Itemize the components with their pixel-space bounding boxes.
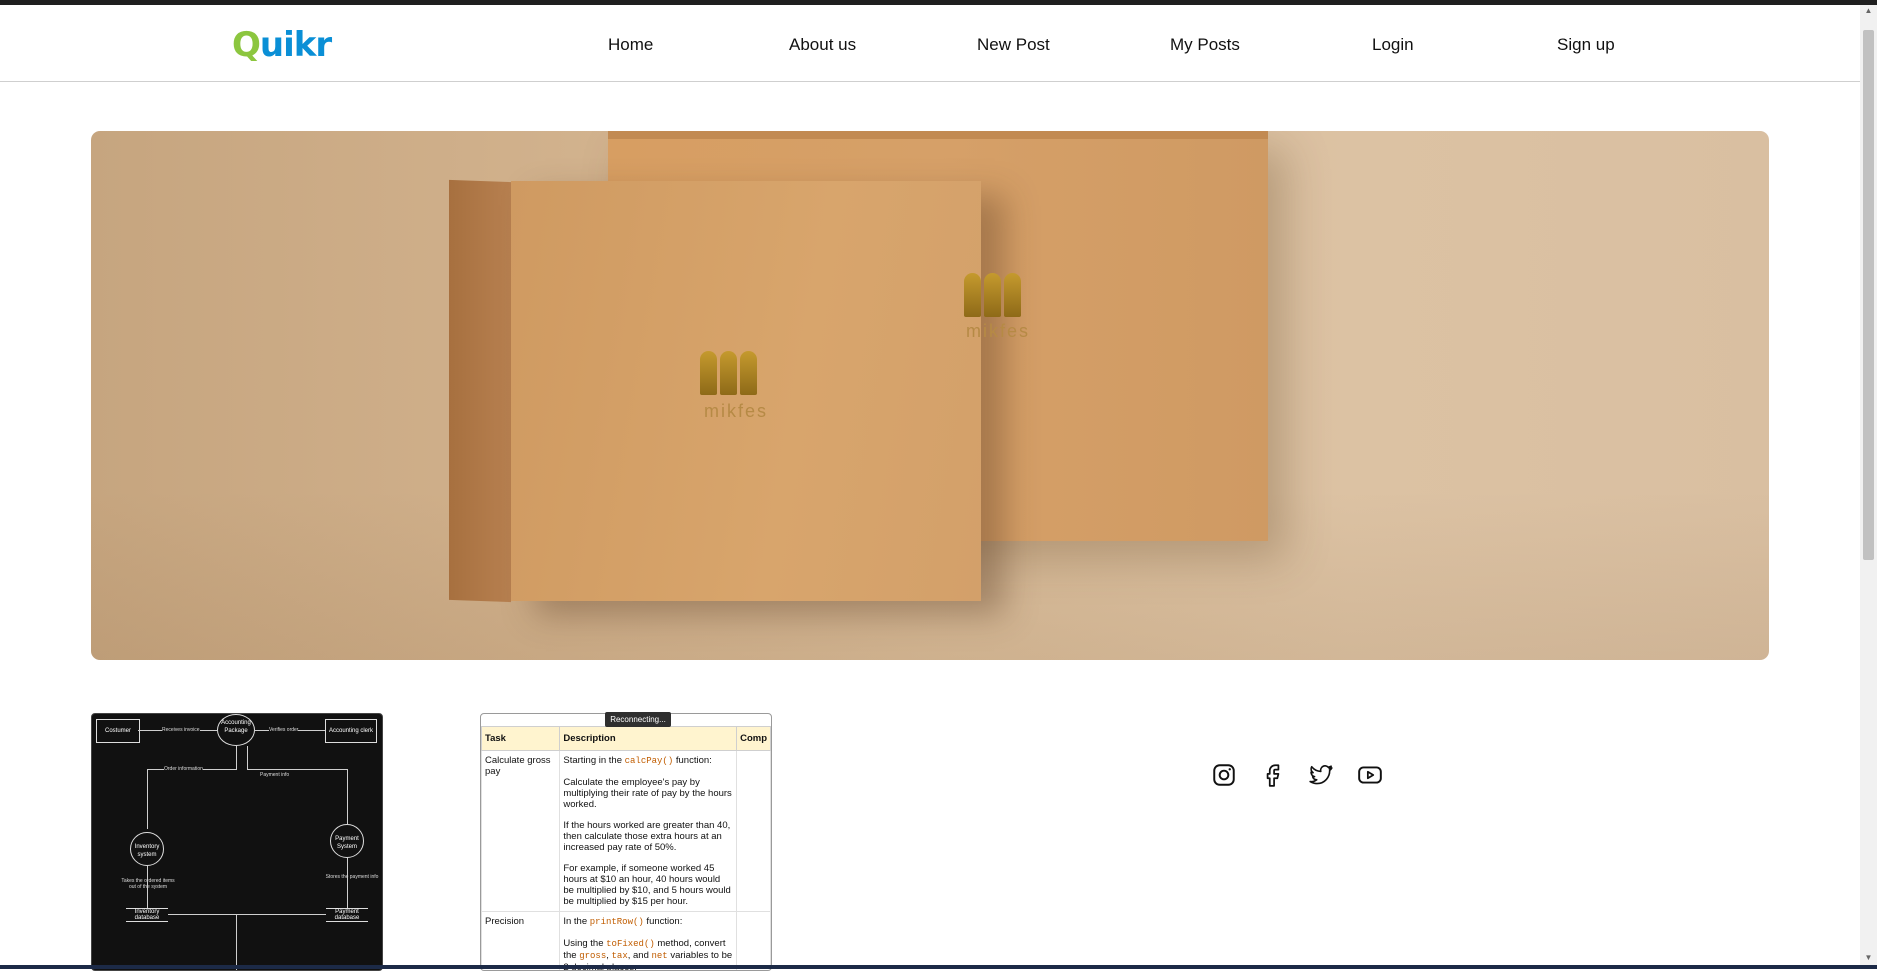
table-row: Precision In the printRow() function: Us… <box>482 912 771 971</box>
description-text: Calculate the employee's pay by multiply… <box>563 777 733 810</box>
diagram-node-customer: Costumer <box>96 719 140 743</box>
table-header-comp: Comp <box>737 727 771 751</box>
diagram-line <box>347 769 348 824</box>
description-text: function: <box>644 916 683 927</box>
diagram-line <box>147 866 148 908</box>
diagram-label-takes-items: Takes the ordered items out of the syste… <box>120 878 176 890</box>
code-tofixed: toFixed() <box>606 939 655 949</box>
post-card-diagram[interactable]: Costumer Accounting Package Accounting c… <box>91 713 383 971</box>
description-text: function: <box>673 755 712 766</box>
nav-login[interactable]: Login <box>1372 35 1414 55</box>
diagram-node-payment-system: Payment System <box>330 824 364 858</box>
diagram-label-receives-invoice: Receives invoice <box>162 727 200 733</box>
facebook-icon[interactable] <box>1260 762 1286 788</box>
diagram-line <box>247 746 248 769</box>
code-tax: tax <box>612 951 628 961</box>
table-cell-comp <box>737 751 771 912</box>
scroll-up-arrow-icon[interactable]: ▲ <box>1863 5 1874 16</box>
quikr-logo[interactable]: Quikr <box>232 25 331 65</box>
post-card-table[interactable]: Task Description Comp Calculate gross pa… <box>480 713 772 971</box>
description-text: , and <box>628 950 652 961</box>
diagram-line <box>347 858 348 908</box>
instagram-icon[interactable] <box>1211 762 1237 788</box>
table-cell-description: Starting in the calcPay() function: Calc… <box>560 751 737 912</box>
back-box-emblem <box>964 273 1021 317</box>
logo-letters: uikr <box>260 25 331 65</box>
diagram-label-order-information: Order information <box>164 766 203 772</box>
code-printrow: printRow() <box>590 917 644 927</box>
diagram-line <box>236 746 237 769</box>
diagram-line <box>147 769 148 829</box>
back-box-emblem-text: mikfes <box>966 321 1030 342</box>
nav-new-post[interactable]: New Post <box>977 35 1050 55</box>
table-cell-task: Calculate gross pay <box>482 751 560 912</box>
nav-sign-up[interactable]: Sign up <box>1557 35 1615 55</box>
diagram-line <box>236 914 237 971</box>
code-net: net <box>652 951 668 961</box>
diagram-line <box>168 914 326 915</box>
diagram-node-accounting-clerk: Accounting clerk <box>325 719 377 743</box>
diagram-node-inventory-system: Inventory system <box>130 832 164 866</box>
diagram-node-inventory-database: Inventory database <box>126 908 168 922</box>
nav-home[interactable]: Home <box>608 35 653 55</box>
description-text: In the <box>563 916 589 927</box>
youtube-icon[interactable] <box>1357 762 1383 788</box>
code-calcpay: calcPay() <box>625 756 674 766</box>
twitter-icon[interactable] <box>1308 762 1334 788</box>
description-text: Using the <box>563 938 606 949</box>
front-box-emblem-text: mikfes <box>704 401 768 422</box>
description-text: For example, if someone worked 45 hours … <box>563 863 733 907</box>
site-header: Quikr Home About us New Post My Posts Lo… <box>0 5 1860 82</box>
task-table: Task Description Comp Calculate gross pa… <box>481 726 771 971</box>
diagram-label-verifies-order: Verifies order <box>269 727 298 733</box>
diagram-label-stores-payment: Stores the payment info <box>322 874 382 880</box>
diagram-node-payment-database: Payment database <box>326 908 368 922</box>
back-box-edge <box>608 131 1268 139</box>
nav-my-posts[interactable]: My Posts <box>1170 35 1240 55</box>
description-text: Starting in the <box>563 755 624 766</box>
front-box-side <box>449 180 511 602</box>
scrollbar-thumb[interactable] <box>1863 30 1874 560</box>
diagram-label-payment-info: Payment info <box>260 772 289 778</box>
code-gross: gross <box>579 951 606 961</box>
diagram-line <box>247 769 347 770</box>
scroll-down-arrow-icon[interactable]: ▼ <box>1863 952 1874 963</box>
table-row: Calculate gross pay Starting in the calc… <box>482 751 771 912</box>
description-text: If the hours worked are greater than 40,… <box>563 820 733 853</box>
table-cell-task: Precision <box>482 912 560 971</box>
table-header-description: Description <box>560 727 737 751</box>
logo-letter-q: Q <box>232 25 260 65</box>
table-cell-comp <box>737 912 771 971</box>
hero-banner-image: mikfes mikfes <box>91 131 1769 660</box>
front-box-emblem <box>700 351 757 395</box>
table-cell-description: In the printRow() function: Using the to… <box>560 912 737 971</box>
nav-about-us[interactable]: About us <box>789 35 856 55</box>
window-bottom-bar <box>0 965 1877 969</box>
diagram-node-accounting-package: Accounting Package <box>217 714 255 746</box>
reconnecting-toast: Reconnecting... <box>605 712 671 727</box>
table-header-task: Task <box>482 727 560 751</box>
